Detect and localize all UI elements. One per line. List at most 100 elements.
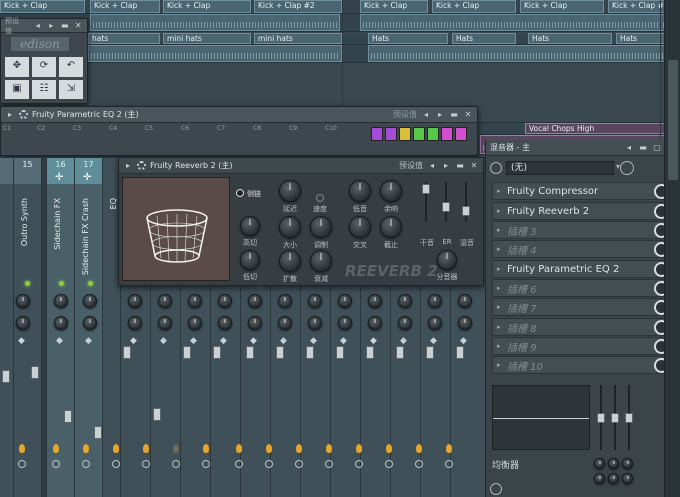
pan-knob[interactable]	[54, 294, 68, 308]
vol-knob[interactable]	[218, 316, 232, 330]
slot-arrow-icon[interactable]: ▸	[497, 226, 501, 234]
edison-window[interactable]: 预设值 ◂ ▸ ▬ ✕ edison ✥ ⟳ ↶ ▣ ☷ ⇲	[0, 17, 88, 104]
next-preset-icon[interactable]: ▸	[441, 161, 451, 171]
insert-slot[interactable]: ▸ 插槽 8	[492, 318, 680, 336]
strip-led[interactable]	[88, 281, 93, 286]
mute-bulb[interactable]	[19, 444, 25, 453]
save-icon[interactable]: ▣	[5, 79, 29, 99]
close-icon[interactable]: ✕	[463, 110, 473, 120]
vol-knob[interactable]	[248, 316, 262, 330]
playlist-track-1b[interactable]	[0, 14, 680, 32]
mute-bulb[interactable]	[446, 444, 452, 453]
eq-band-fader[interactable]	[611, 413, 619, 423]
high-knob[interactable]	[380, 180, 402, 202]
route-icon[interactable]	[490, 483, 502, 495]
stereo-icon[interactable]: ◆	[340, 336, 347, 346]
pan-knob[interactable]	[248, 294, 262, 308]
wet-fader[interactable]	[462, 206, 470, 216]
playlist-clip[interactable]: Kick + Clap	[520, 0, 604, 13]
next-preset-icon[interactable]: ▸	[46, 21, 56, 31]
pan-knob[interactable]	[338, 294, 352, 308]
maximize-icon[interactable]: ▢	[652, 143, 662, 153]
volume-fader[interactable]	[306, 346, 314, 359]
band-button[interactable]	[427, 127, 439, 141]
record-icon[interactable]	[142, 460, 150, 468]
insert-slot[interactable]: ▸ Fruity Compressor	[492, 182, 680, 200]
menu-arrow-icon[interactable]: ▸	[123, 161, 133, 171]
record-icon[interactable]	[112, 460, 120, 468]
stereo-icon[interactable]: ◆	[460, 336, 467, 346]
playlist-clip[interactable]: Kick + Clap	[0, 0, 85, 13]
mute-bulb[interactable]	[386, 444, 392, 453]
pan-knob[interactable]	[458, 294, 472, 308]
slot-arrow-icon[interactable]: ▸	[497, 284, 501, 292]
playlist-track-2[interactable]: hats mini hats mini hats Hats Hats Hats …	[0, 33, 680, 45]
record-icon[interactable]	[235, 460, 243, 468]
eq-window[interactable]: ▸ Fruity Parametric EQ 2 (主) 预设值 ◂ ▸ ▬ ✕…	[0, 106, 478, 156]
vol-knob[interactable]	[308, 316, 322, 330]
playlist-clip[interactable]: Vocal Chops High	[525, 123, 665, 134]
slot-arrow-icon[interactable]: ▸	[497, 245, 501, 253]
mute-bulb[interactable]	[296, 444, 302, 453]
mute-bulb[interactable]	[173, 444, 179, 453]
record-icon[interactable]	[415, 460, 423, 468]
playlist-clip[interactable]: mini hats	[254, 33, 342, 44]
stereo-icon[interactable]: ◆	[18, 336, 25, 346]
minimize-icon[interactable]: ▬	[449, 110, 459, 120]
stereo-icon[interactable]: ◆	[250, 336, 257, 346]
mute-bulb[interactable]	[236, 444, 242, 453]
eq-band-fader[interactable]	[597, 413, 605, 423]
pan-knob[interactable]	[16, 294, 30, 308]
stereo-icon[interactable]: ◆	[56, 336, 63, 346]
slot-arrow-icon[interactable]: ▸	[497, 342, 501, 350]
volume-fader[interactable]	[123, 346, 131, 359]
eq-titlebar[interactable]: ▸ Fruity Parametric EQ 2 (主) 预设值 ◂ ▸ ▬ ✕	[1, 107, 477, 123]
volume-fader[interactable]	[183, 346, 191, 359]
minimize-icon[interactable]: ▬	[455, 161, 465, 171]
playlist-clip[interactable]: Kick + Clap	[163, 0, 251, 13]
dry-fader[interactable]	[422, 184, 430, 194]
record-icon[interactable]	[265, 460, 273, 468]
color-knob[interactable]	[349, 216, 371, 238]
prev-preset-icon[interactable]: ◂	[33, 21, 43, 31]
pan-knob[interactable]	[368, 294, 382, 308]
stereo-icon[interactable]: ◆	[430, 336, 437, 346]
insert-slot[interactable]: ▸ 插槽 3	[492, 221, 680, 239]
menu-arrow-icon[interactable]: ▸	[5, 110, 15, 120]
stereo-icon[interactable]: ◆	[310, 336, 317, 346]
record-icon[interactable]	[385, 460, 393, 468]
mute-bulb[interactable]	[113, 444, 119, 453]
volume-fader[interactable]	[456, 346, 464, 359]
eq-graph[interactable]	[492, 385, 590, 450]
insert-slot[interactable]: ▸ Fruity Reeverb 2	[492, 202, 680, 220]
scrollbar-thumb[interactable]	[668, 60, 678, 180]
playlist-clip[interactable]: Kick + Clap	[432, 0, 516, 13]
eq-freq-knob[interactable]	[608, 458, 619, 469]
vol-knob[interactable]	[458, 316, 472, 330]
route-icon[interactable]: ✛	[83, 172, 91, 183]
band-button[interactable]	[385, 127, 397, 141]
decay-knob[interactable]	[310, 250, 332, 272]
insert-slot[interactable]: ▸ 插槽 10	[492, 356, 680, 374]
record-icon[interactable]	[202, 460, 210, 468]
volume-fader[interactable]	[213, 346, 221, 359]
record-icon[interactable]	[355, 460, 363, 468]
vol-knob[interactable]	[398, 316, 412, 330]
loop-icon[interactable]: ⟳	[32, 57, 56, 77]
record-icon[interactable]	[325, 460, 333, 468]
preset-label[interactable]: 预设值	[399, 160, 423, 171]
pan-knob[interactable]	[158, 294, 172, 308]
playlist-clip[interactable]: Kick + Clap	[90, 0, 160, 13]
volume-fader[interactable]	[94, 426, 102, 439]
pan-knob[interactable]	[428, 294, 442, 308]
eq-bw-knob[interactable]	[608, 473, 619, 484]
stereo-icon[interactable]: ◆	[160, 336, 167, 346]
pan-knob[interactable]	[398, 294, 412, 308]
stereo-icon[interactable]: ◆	[130, 336, 137, 346]
record-icon[interactable]	[82, 460, 90, 468]
pan-knob[interactable]	[278, 294, 292, 308]
gear-icon[interactable]	[137, 161, 146, 170]
band-button[interactable]	[455, 127, 467, 141]
volume-fader[interactable]	[276, 346, 284, 359]
stereo-icon[interactable]: ◆	[280, 336, 287, 346]
